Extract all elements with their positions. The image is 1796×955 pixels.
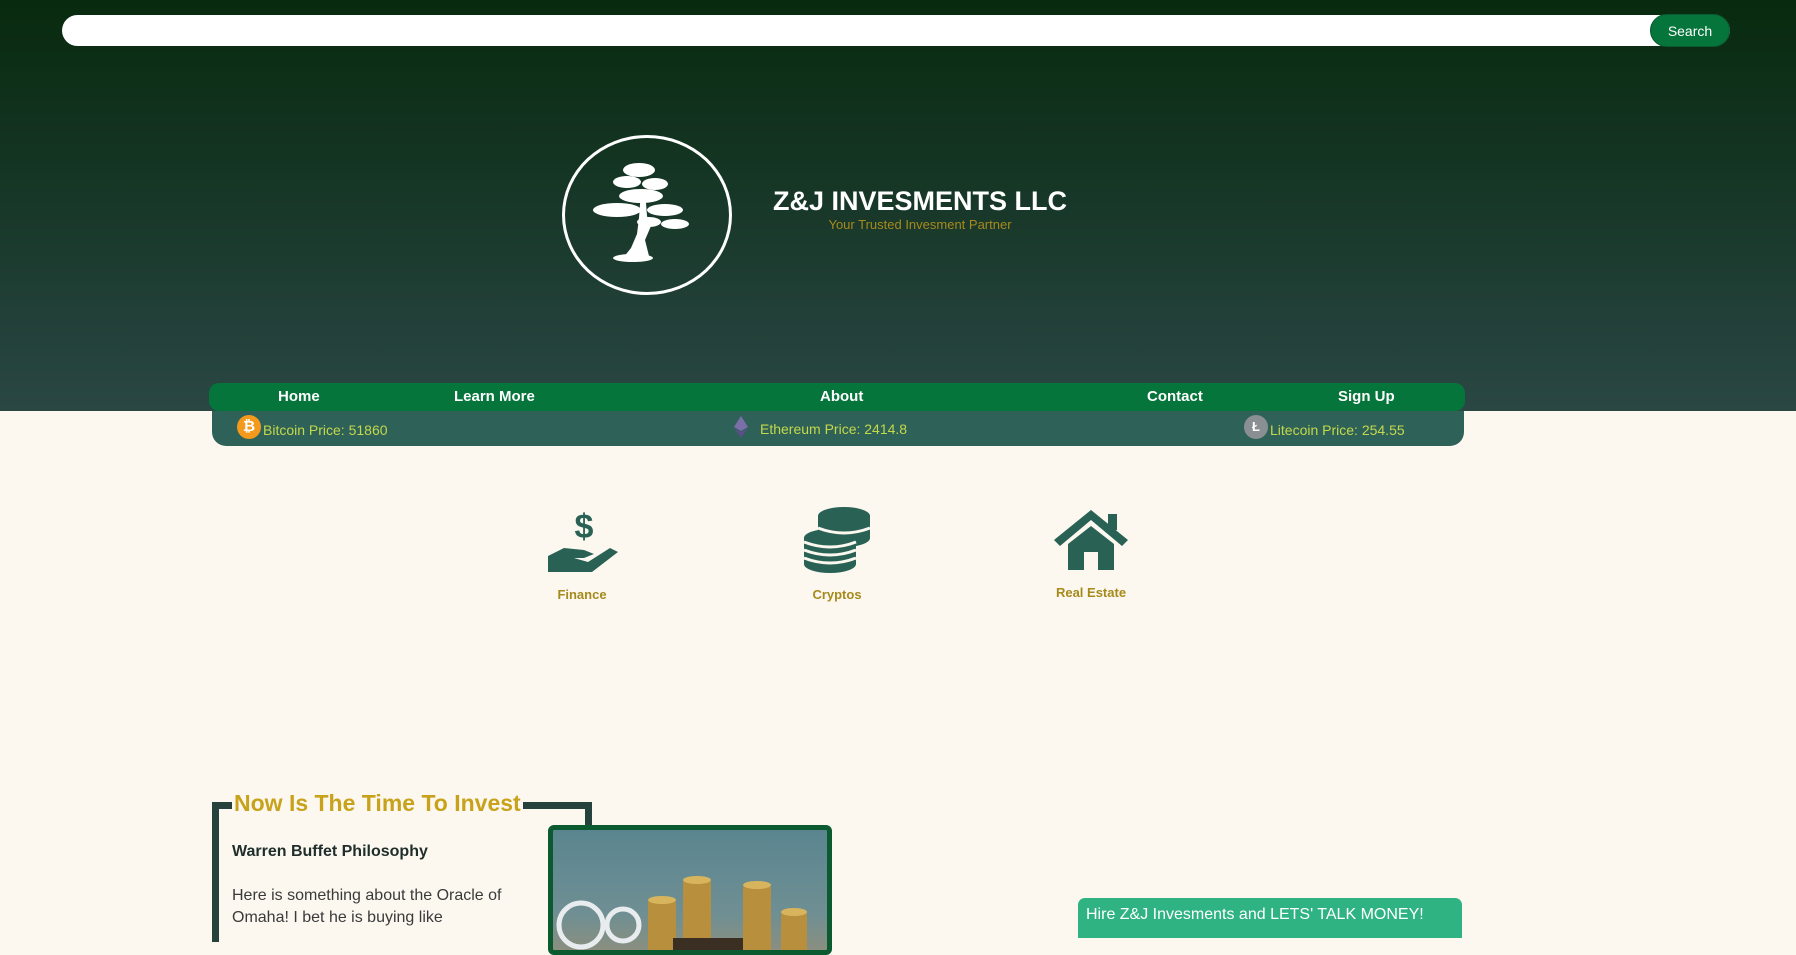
section-subtitle: Warren Buffet Philosophy (232, 843, 428, 860)
hire-cta-banner[interactable]: Hire Z&J Invesments and LETS' TALK MONEY… (1078, 898, 1462, 938)
main-nav: Home Learn More About Contact Sign Up (209, 383, 1465, 411)
feature-finance-label: Finance (557, 587, 607, 602)
feature-real-estate[interactable]: Real Estate (1031, 508, 1151, 600)
finance-hand-dollar-icon: $ (548, 508, 618, 572)
nav-home[interactable]: Home (278, 388, 320, 405)
litecoin-price: Litecoin Price: 254.55 (1270, 421, 1405, 438)
logo (562, 135, 732, 295)
feature-real-estate-label: Real Estate (1055, 585, 1127, 600)
nav-contact[interactable]: Contact (1147, 388, 1203, 405)
logo-tree-icon (593, 163, 689, 262)
feature-finance[interactable]: $ Finance (522, 508, 642, 602)
real-estate-house-icon (1054, 510, 1128, 570)
search-button[interactable]: Search (1650, 14, 1730, 47)
cryptos-coins-icon (803, 507, 871, 573)
section-body: Here is something about the Oracle of Om… (232, 887, 502, 926)
ticker-litecoin: Ł Litecoin Price: 254.55 (1244, 415, 1405, 439)
ethereum-icon (734, 416, 748, 438)
ethereum-price: Ethereum Price: 2414.8 (760, 421, 908, 437)
bitcoin-icon: ₿ (237, 415, 261, 439)
ticker-ethereum: Ethereum Price: 2414.8 (734, 416, 908, 438)
brand-tagline: Your Trusted Invesment Partner (828, 217, 1012, 232)
svg-text:$: $ (575, 508, 594, 546)
feature-cryptos-label: Cryptos (812, 587, 862, 602)
coins-stacks-image (556, 876, 807, 950)
coins-photo (548, 825, 832, 955)
search-input[interactable] (62, 15, 1730, 46)
bitcoin-price: Bitcoin Price: 51860 (263, 421, 388, 438)
ticker-bitcoin: ₿ Bitcoin Price: 51860 (237, 415, 388, 439)
litecoin-icon: Ł (1244, 415, 1268, 439)
section-title: Now Is The Time To Invest (232, 790, 523, 817)
nav-about[interactable]: About (820, 388, 863, 405)
brand-name: Z&J INVESMENTS LLC (772, 186, 1068, 216)
nav-sign-up[interactable]: Sign Up (1338, 388, 1395, 405)
feature-cryptos[interactable]: Cryptos (777, 506, 897, 602)
nav-learn-more[interactable]: Learn More (454, 388, 535, 405)
crypto-ticker: ₿ Bitcoin Price: 51860 Ethereum Price: 2… (212, 411, 1464, 446)
